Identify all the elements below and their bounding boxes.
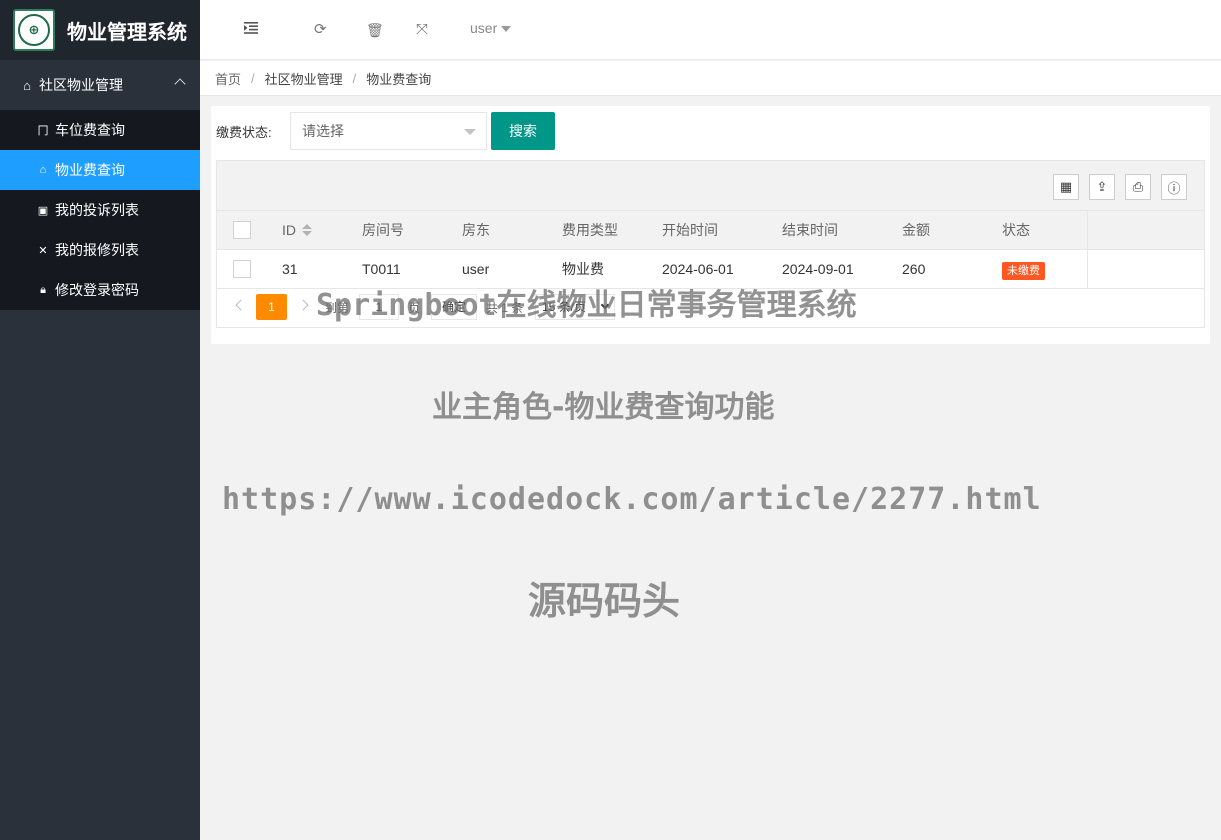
cell-id: 31 [282,261,298,277]
page-current[interactable]: 1 [256,294,287,320]
complaint-icon: ▣ [37,204,49,217]
sidebar-item-complaints[interactable]: ▣ 我的投诉列表 [0,190,200,230]
sidebar-item-label: 物业费查询 [55,162,125,178]
cell-room: T0011 [362,261,401,277]
user-menu[interactable]: user [470,20,512,36]
goto-label: 到第 [325,301,350,315]
sidebar-item-label: 我的报修列表 [55,242,139,258]
columns-icon[interactable]: ▦ [1053,174,1079,200]
top-header: ⟳ 🗑︎ ⤧ user [200,0,1221,60]
column-header-owner: 房东 [462,222,490,238]
sidebar-item-parking-fee[interactable]: 冂 车位费查询 [0,110,200,150]
content-card: 缴费状态: 请选择 搜索 ▦ ⇪ ⎙ ⓘ ID 房间号 房东 费用类型 开始时间… [211,106,1210,344]
page-size-select[interactable]: 15 条/页 [535,294,615,320]
trash-icon[interactable]: 🗑︎ [366,18,384,42]
data-table: ▦ ⇪ ⎙ ⓘ ID 房间号 房东 费用类型 开始时间 结束时间 金额 状态 3… [216,160,1205,328]
cell-start: 2024-06-01 [662,261,734,277]
page-input[interactable]: 1 [359,294,399,320]
row-checkbox[interactable] [233,260,251,278]
menu-collapse-icon[interactable] [244,18,258,42]
sidebar-item-password[interactable]: 🔒︎ 修改登录密码 [0,270,200,310]
app-title: 物业管理系统 [67,19,187,44]
sidebar-item-repairs[interactable]: ✕ 我的报修列表 [0,230,200,270]
submenu: 冂 车位费查询 ⌂ 物业费查询 ▣ 我的投诉列表 ✕ 我的报修列表 🔒︎ 修改登… [0,110,200,310]
logo: ⊕ [13,9,55,51]
payment-status-select[interactable]: 请选择 [290,112,487,150]
lock-icon: 🔒︎ [40,283,46,296]
column-header-type: 费用类型 [562,222,618,238]
caret-down-icon [501,26,512,33]
menu-group-label: 社区物业管理 [39,77,123,93]
status-badge: 未缴费 [1002,262,1045,280]
table-toolbar: ▦ ⇪ ⎙ ⓘ [217,161,1204,211]
column-header-amount: 金额 [902,222,930,238]
select-all-checkbox[interactable] [233,221,251,239]
refresh-icon[interactable]: ⟳ [314,18,327,42]
watermark-url: https://www.icodedock.com/article/2277.h… [222,482,1042,517]
total-count: 共 1 条 [486,301,524,315]
chevron-down-icon [600,300,610,310]
building-icon: ⌂ [23,77,31,93]
next-page-icon[interactable] [297,299,309,311]
breadcrumb-home[interactable]: 首页 [215,69,241,88]
table-row[interactable]: 31 T0011 user 物业费 2024-06-01 2024-09-01 … [217,250,1204,289]
cell-type: 物业费 [562,261,604,277]
column-header-status: 状态 [1002,222,1030,238]
watermark-subtitle: 业主角色-物业费查询功能 [432,390,775,425]
caret-down-icon [464,129,476,135]
prev-page-icon[interactable] [235,299,247,311]
table-header-row: ID 房间号 房东 费用类型 开始时间 结束时间 金额 状态 [217,211,1204,250]
logo-emblem-icon: ⊕ [18,14,50,46]
cell-amount: 260 [902,261,926,277]
breadcrumb-current: 物业费查询 [366,71,432,87]
select-placeholder: 请选择 [302,123,344,139]
parking-icon: 冂 [37,125,49,137]
fullscreen-icon[interactable]: ⤧ [416,18,428,42]
sidebar-item-property-fee[interactable]: ⌂ 物业费查询 [0,150,200,190]
column-header-id[interactable]: ID [282,211,312,250]
export-icon[interactable]: ⇪ [1089,174,1115,200]
column-header-end: 结束时间 [782,222,838,238]
filter-label: 缴费状态: [216,125,272,140]
print-icon[interactable]: ⎙ [1125,174,1151,200]
column-header-room: 房间号 [362,222,404,238]
pagination: 1 到第 1 页 确定 共 1 条 15 条/页 [217,289,1204,327]
sidebar-item-label: 修改登录密码 [55,282,139,298]
cell-end: 2024-09-01 [782,261,854,277]
sidebar-item-label: 我的投诉列表 [55,202,139,218]
sort-icon[interactable] [302,224,312,237]
logo-bar: ⊕ 物业管理系统 [0,0,200,60]
search-button[interactable]: 搜索 [491,112,555,150]
breadcrumb-community[interactable]: 社区物业管理 [265,69,343,88]
info-icon[interactable]: ⓘ [1161,174,1187,200]
sidebar: ⊕ 物业管理系统 ⌂ 社区物业管理 冂 车位费查询 ⌂ 物业费查询 ▣ 我的投诉… [0,0,200,840]
watermark-brand: 源码码头 [528,579,681,623]
chevron-up-icon [174,78,186,90]
sidebar-item-label: 车位费查询 [55,122,125,138]
menu-group-community[interactable]: ⌂ 社区物业管理 [0,60,200,110]
home-icon: ⌂ [39,164,47,176]
tools-icon: ✕ [38,244,48,257]
page-unit: 页 [408,301,421,315]
goto-confirm-button[interactable]: 确定 [431,294,477,320]
cell-status: 未缴费 [1002,250,1045,289]
breadcrumb: 首页 / 社区物业管理 / 物业费查询 [200,61,1221,96]
cell-owner: user [462,261,490,277]
user-name: user [470,20,498,36]
column-header-start: 开始时间 [662,222,718,238]
